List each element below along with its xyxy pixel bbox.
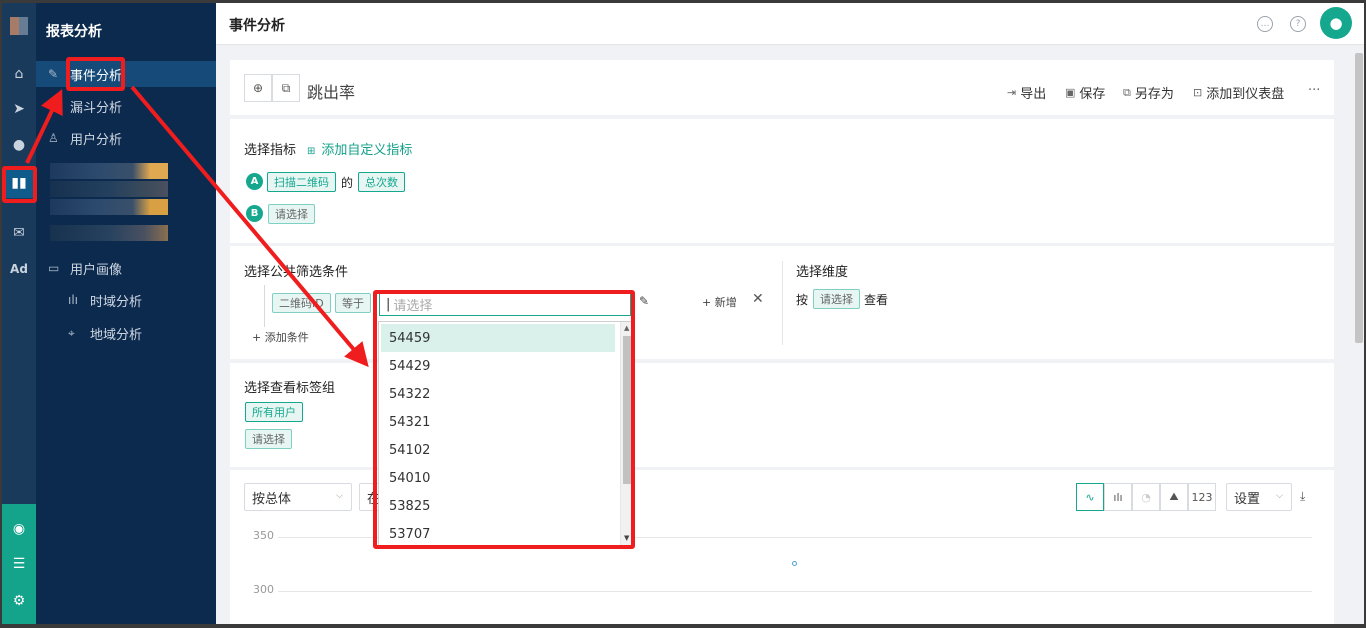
app-window: ⌂ ➤ ● ▮▮ ✉ Ad ◉ ☰ ⚙ 报表分析 ✎ 事件分析 ▽ 漏斗分析 ♙…: [2, 3, 1364, 624]
annotation-arrow: [130, 85, 369, 368]
annotation-arrows: [25, 85, 369, 368]
annotation-arrow: [25, 89, 63, 164]
